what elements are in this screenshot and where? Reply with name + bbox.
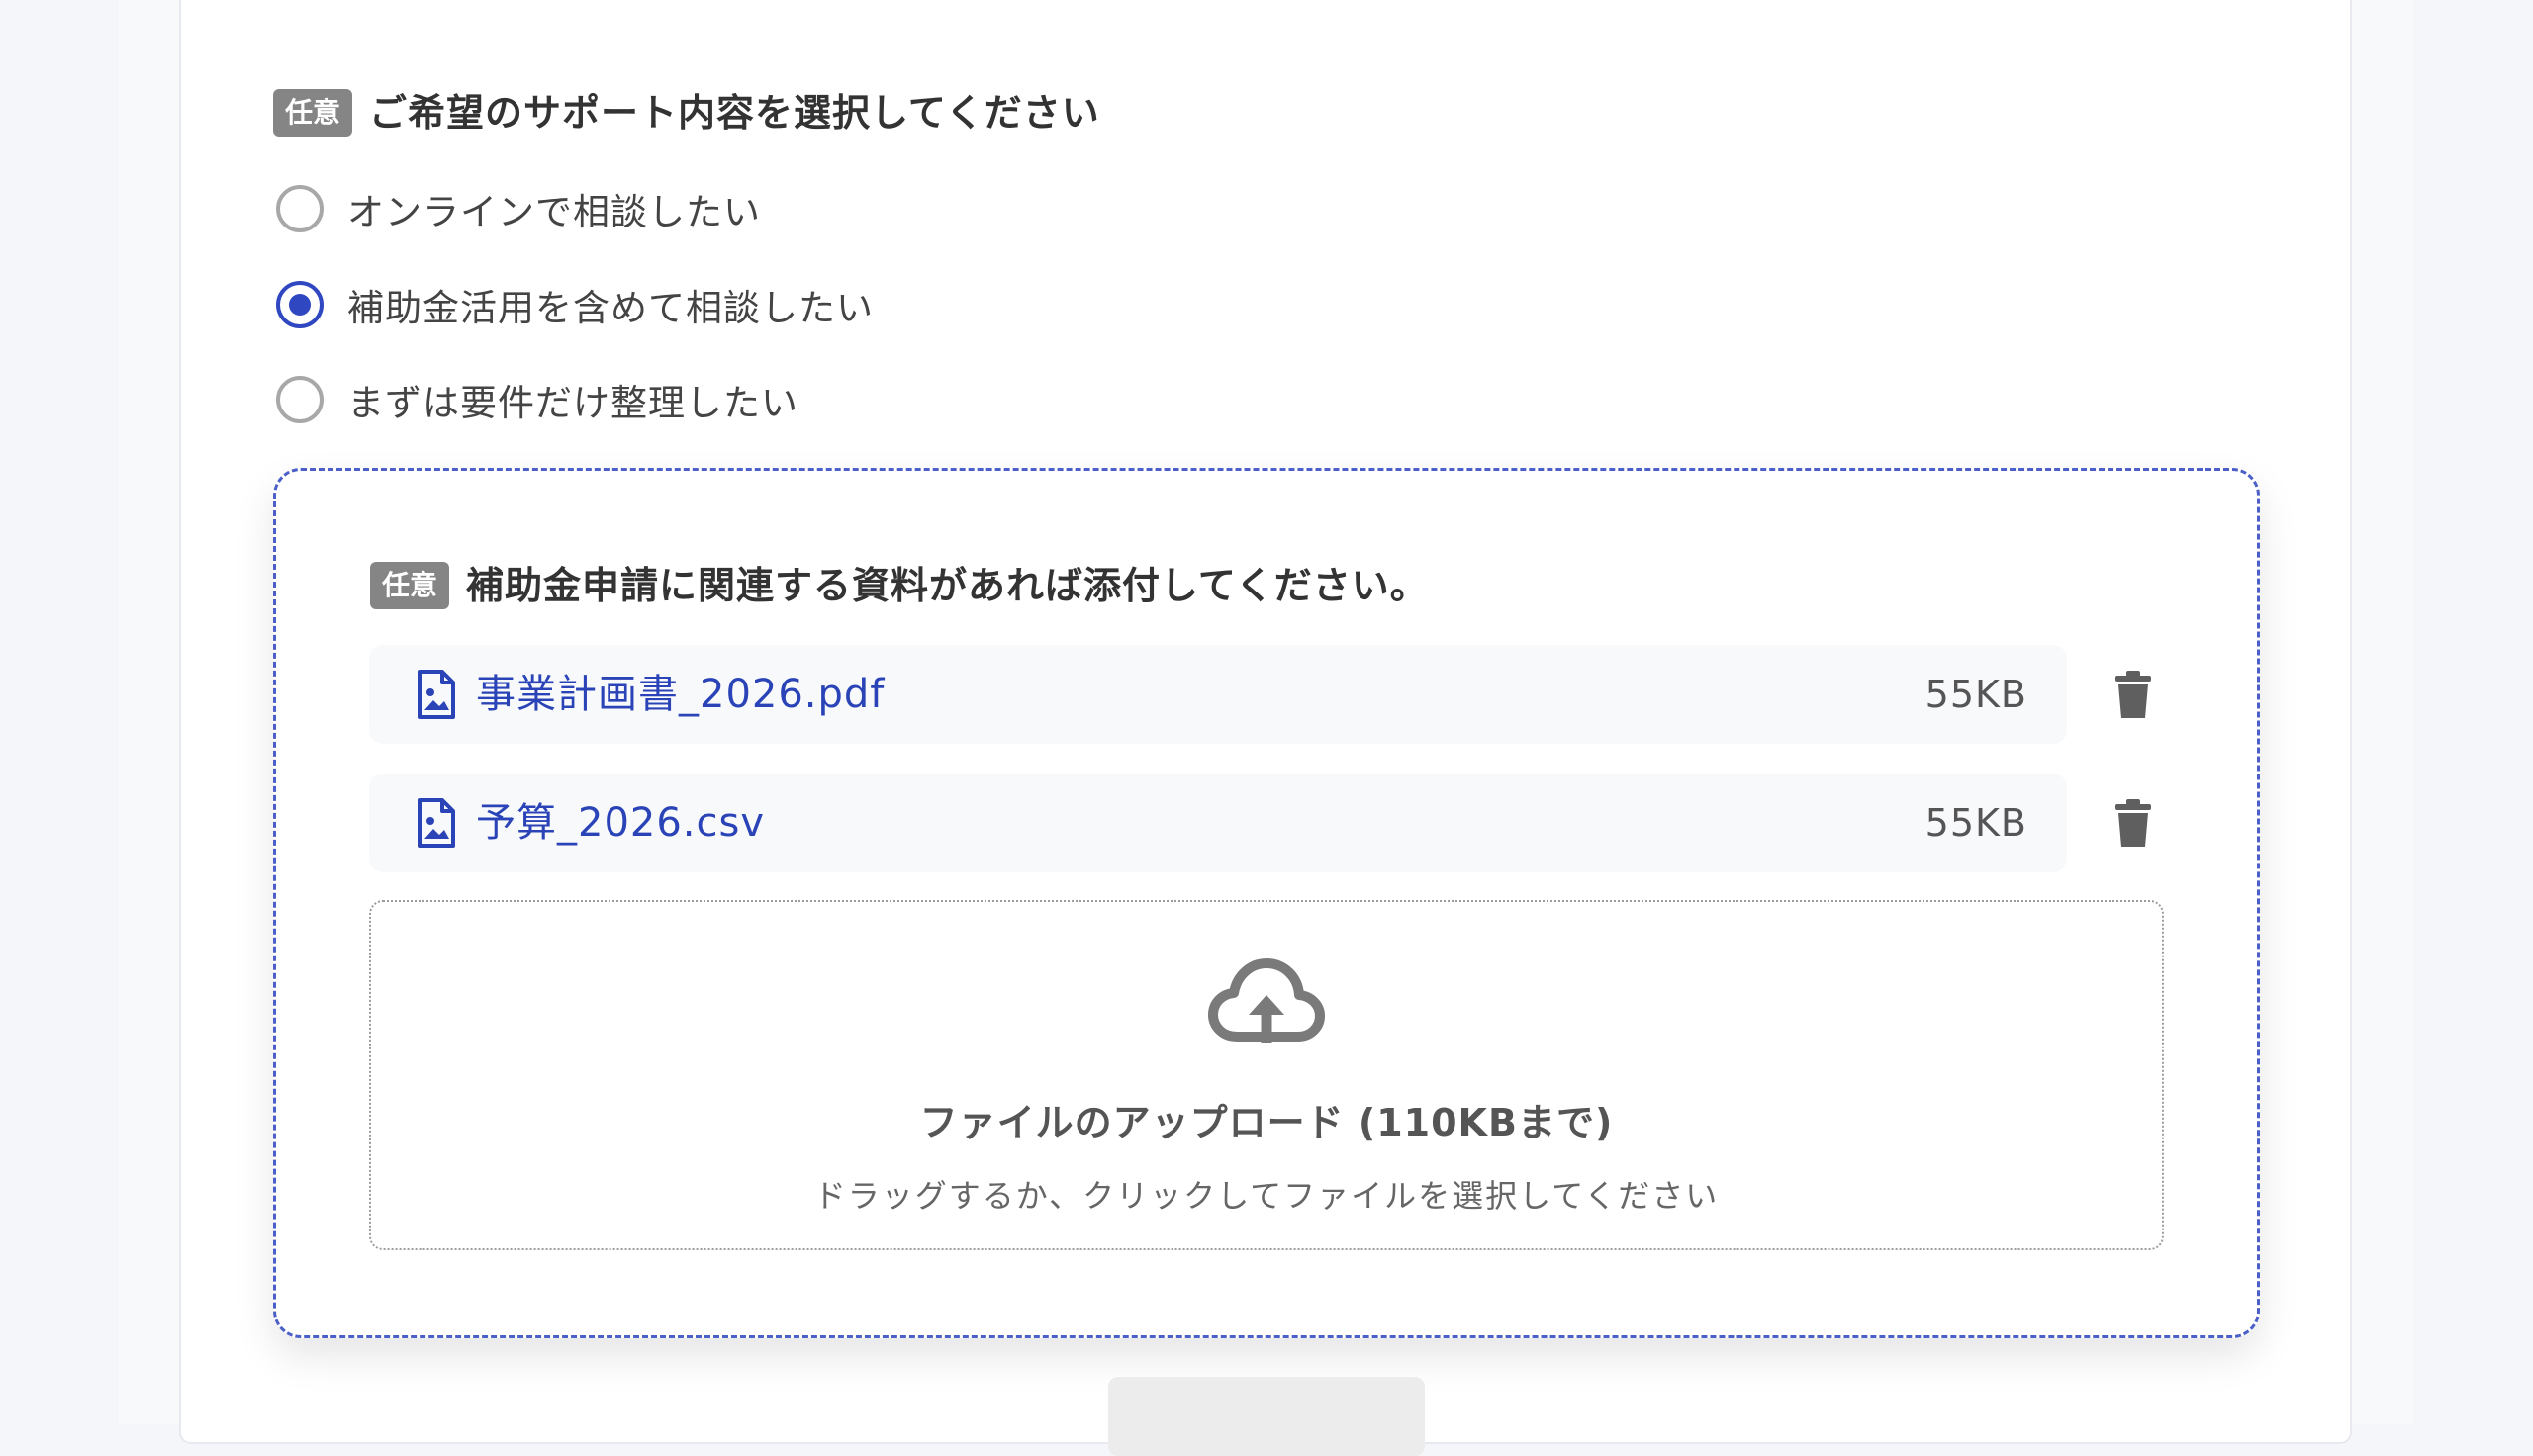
radio-button-selected[interactable]	[276, 281, 324, 328]
radio-label: まずは要件だけ整理したい	[347, 382, 798, 424]
file-dropzone[interactable]: ファイルのアップロード (110KBまで) ドラッグするか、クリックしてファイル…	[369, 900, 2164, 1250]
cloud-upload-icon	[1208, 958, 1325, 1043]
trash-icon[interactable]	[2113, 669, 2153, 720]
optional-badge: 任意	[273, 89, 353, 136]
trash-icon[interactable]	[2113, 797, 2153, 849]
file-size: 55KB	[1924, 801, 2027, 845]
attachment-question-title: 補助金申請に関連する資料があれば添付してください。	[466, 564, 1429, 607]
radio-button[interactable]	[276, 185, 324, 232]
file-image-icon	[418, 670, 455, 719]
radio-option-online[interactable]: オンラインで相談したい	[276, 182, 761, 235]
file-link[interactable]: 予算_2026.csv	[476, 774, 765, 872]
dropzone-subtitle: ドラッグするか、クリックしてファイルを選択してください	[813, 1177, 1720, 1215]
optional-badge: 任意	[370, 562, 450, 609]
file-link[interactable]: 事業計画書_2026.pdf	[476, 645, 885, 744]
radio-label: オンラインで相談したい	[347, 191, 761, 233]
file-item: 予算_2026.csv 55KB	[369, 774, 2067, 872]
radio-option-subsidy[interactable]: 補助金活用を含めて相談したい	[276, 278, 874, 331]
file-image-icon	[418, 798, 455, 848]
radio-button[interactable]	[276, 376, 324, 423]
radio-option-requirements[interactable]: まずは要件だけ整理したい	[276, 373, 798, 426]
file-size: 55KB	[1924, 673, 2027, 716]
dropzone-title: ファイルのアップロード (110KBまで)	[919, 1101, 1614, 1144]
file-item: 事業計画書_2026.pdf 55KB	[369, 645, 2067, 744]
submit-button[interactable]	[1108, 1377, 1425, 1456]
support-question-title: ご希望のサポート内容を選択してください	[369, 91, 1100, 135]
radio-label: 補助金活用を含めて相談したい	[347, 287, 874, 329]
